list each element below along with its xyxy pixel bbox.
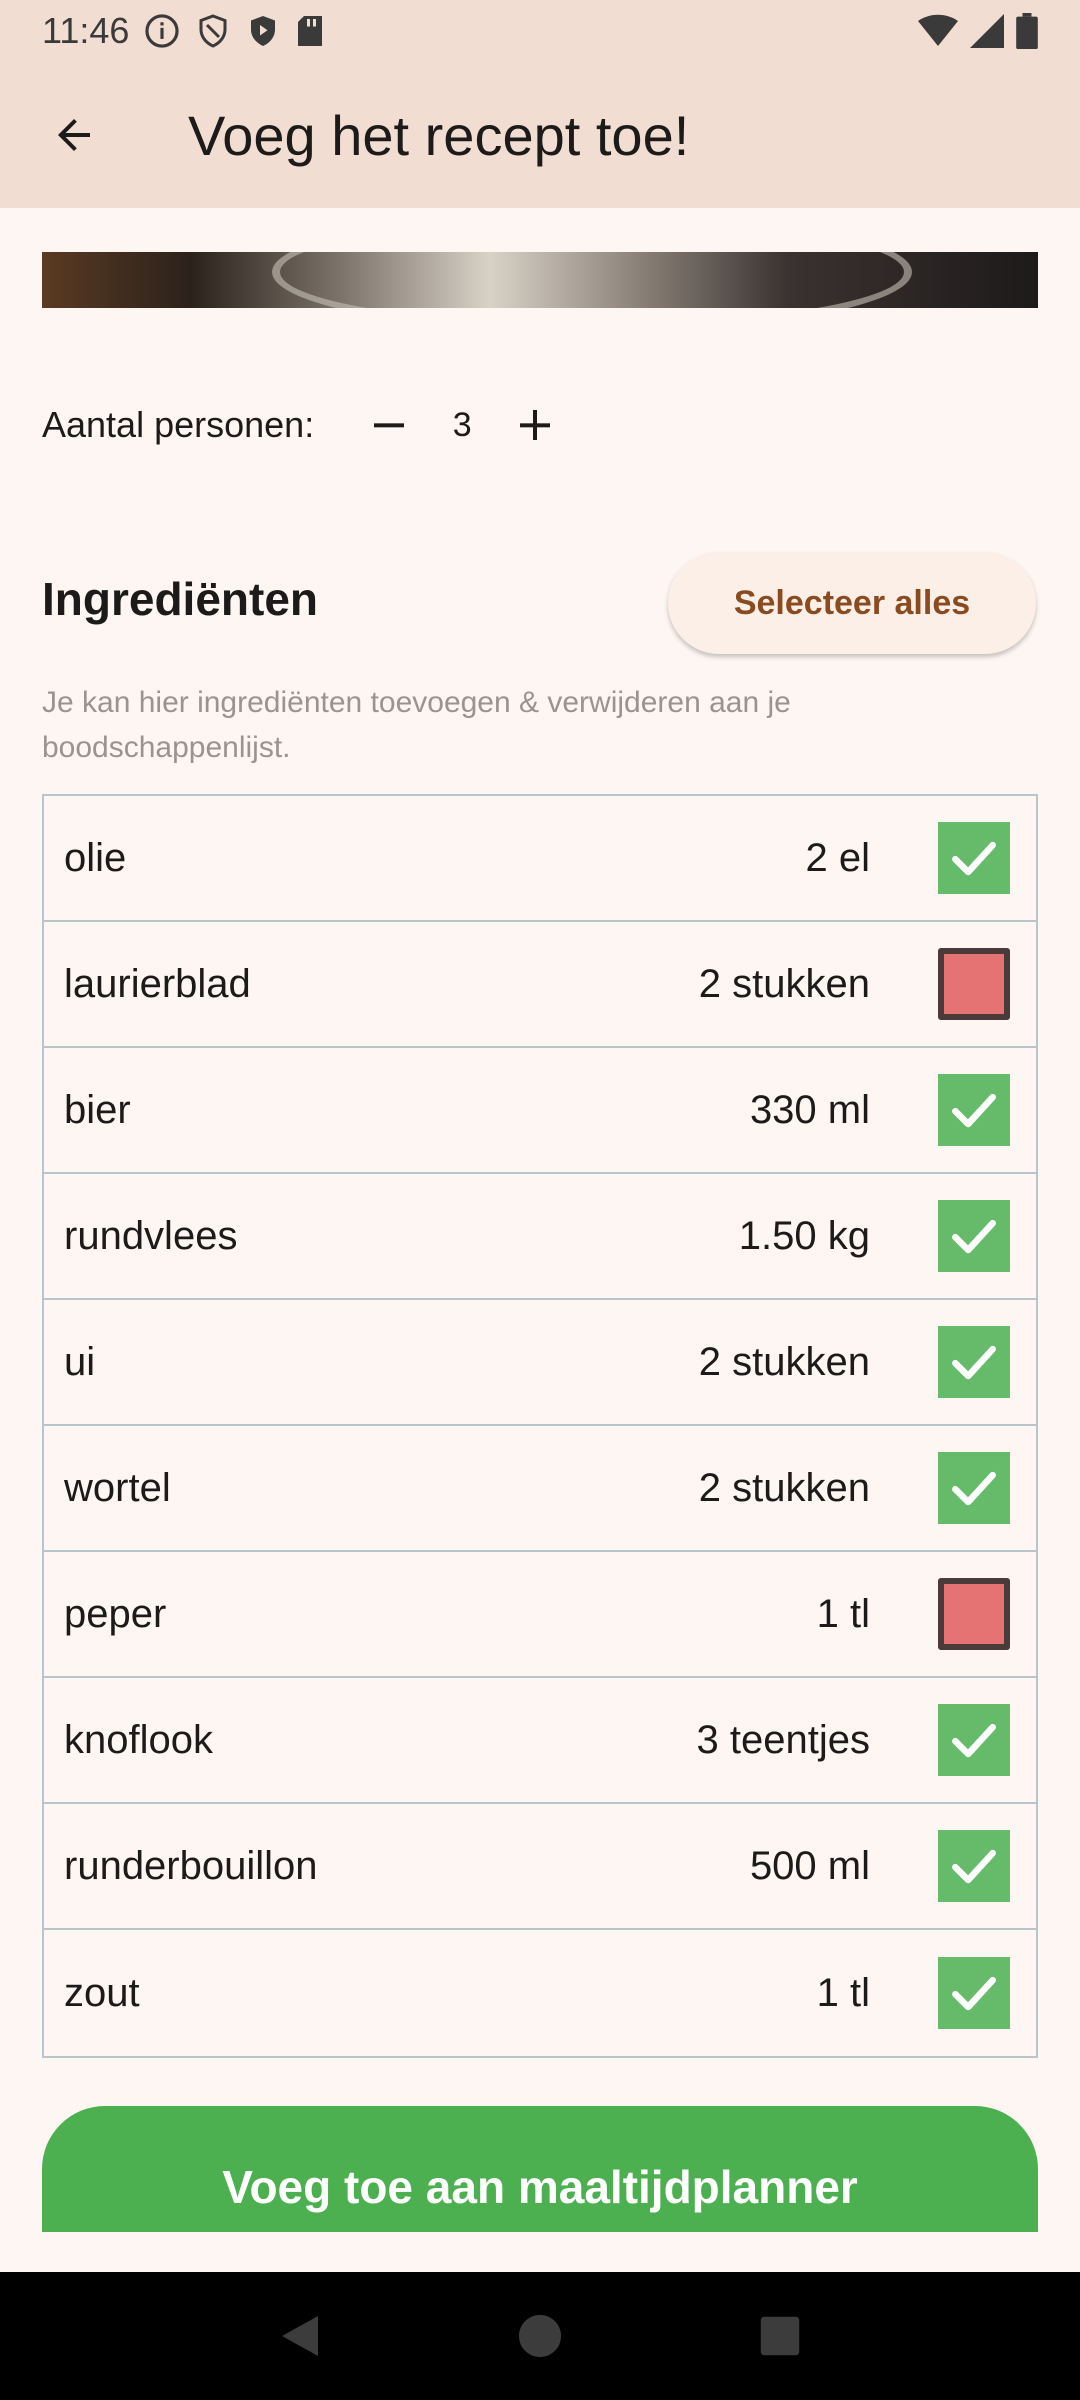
ingredient-row: zout 1 tl xyxy=(44,1930,1036,2056)
checkmark-icon xyxy=(952,1976,996,2011)
recipe-image xyxy=(42,252,1038,308)
ingredient-row: peper 1 tl xyxy=(44,1552,1036,1678)
ingredient-name: peper xyxy=(64,1591,167,1636)
minus-icon xyxy=(374,423,405,428)
ingredient-checkbox[interactable] xyxy=(938,1326,1010,1398)
ingredient-row: bier 330 ml xyxy=(44,1048,1036,1174)
checkmark-icon xyxy=(952,841,996,876)
battery-icon xyxy=(1016,13,1038,49)
ingredient-checkbox[interactable] xyxy=(938,948,1010,1020)
plus-icon xyxy=(520,410,551,440)
servings-count: 3 xyxy=(452,405,472,444)
ingredient-name: wortel xyxy=(64,1465,171,1510)
ingredient-checkbox[interactable] xyxy=(938,1200,1010,1272)
nav-back-button[interactable] xyxy=(270,2306,330,2366)
ingredients-table: olie 2 el laurierblad 2 stukken bier 330 ml ru… xyxy=(42,794,1038,2058)
ingredient-quantity: 2 stukken xyxy=(698,961,870,1006)
ingredient-name: runderbouillon xyxy=(64,1843,318,1888)
ingredient-quantity: 3 teentjes xyxy=(696,1717,870,1762)
wifi-icon xyxy=(918,14,958,48)
page-title: Voeg het recept toe! xyxy=(188,103,690,167)
ingredient-checkbox[interactable] xyxy=(938,1957,1010,2029)
status-bar: 11:46 xyxy=(0,0,1080,62)
app-bar: Voeg het recept toe! xyxy=(0,62,1080,208)
status-time: 11:46 xyxy=(42,10,130,51)
ingredient-name: zout xyxy=(64,1970,140,2015)
nav-recents-button[interactable] xyxy=(750,2306,810,2366)
back-button[interactable] xyxy=(24,85,124,185)
servings-label: Aantal personen: xyxy=(42,404,315,445)
checkmark-icon xyxy=(952,1723,996,1758)
square-recents-icon xyxy=(760,2316,800,2356)
ingredient-row: runderbouillon 500 ml xyxy=(44,1804,1036,1930)
ingredient-row: laurierblad 2 stukken xyxy=(44,922,1036,1048)
ingredient-name: olie xyxy=(64,835,127,880)
signal-icon xyxy=(970,14,1004,48)
ingredient-quantity: 1 tl xyxy=(816,1591,870,1636)
ingredient-quantity: 2 stukken xyxy=(698,1339,870,1384)
ingredient-name: ui xyxy=(64,1339,96,1384)
ingredient-checkbox[interactable] xyxy=(938,1074,1010,1146)
ingredient-checkbox[interactable] xyxy=(938,1704,1010,1776)
ingredient-row: ui 2 stukken xyxy=(44,1300,1036,1426)
navigation-bar xyxy=(0,2272,1080,2400)
shield-outline-icon xyxy=(195,12,231,50)
select-all-button[interactable]: Selecteer alles xyxy=(668,552,1036,654)
increase-servings-button[interactable] xyxy=(500,390,570,460)
ingredient-checkbox[interactable] xyxy=(938,822,1010,894)
ingredient-quantity: 500 ml xyxy=(749,1843,870,1888)
ingredient-row: rundvlees 1.50 kg xyxy=(44,1174,1036,1300)
ingredient-row: olie 2 el xyxy=(44,796,1036,922)
ingredient-quantity: 2 stukken xyxy=(698,1465,870,1510)
add-to-meal-planner-button[interactable]: Voeg toe aan maaltijdplanner xyxy=(42,2106,1038,2232)
triangle-back-icon xyxy=(282,2316,318,2356)
ingredient-name: bier xyxy=(64,1087,131,1132)
ingredient-quantity: 2 el xyxy=(805,835,871,880)
ingredient-quantity: 1 tl xyxy=(816,1970,870,2015)
checkmark-icon xyxy=(952,1471,996,1506)
checkmark-icon xyxy=(952,1849,996,1884)
ingredients-title: Ingrediënten xyxy=(42,573,319,625)
shield-play-icon xyxy=(245,12,281,50)
ingredient-name: laurierblad xyxy=(64,961,251,1006)
arrow-left-icon xyxy=(58,119,90,151)
ingredient-row: knoflook 3 teentjes xyxy=(44,1678,1036,1804)
checkmark-icon xyxy=(952,1219,996,1254)
ingredient-row: wortel 2 stukken xyxy=(44,1426,1036,1552)
ingredient-checkbox[interactable] xyxy=(938,1578,1010,1650)
info-icon xyxy=(143,12,181,50)
servings-stepper: Aantal personen: 3 xyxy=(42,390,570,460)
checkmark-icon xyxy=(952,1093,996,1128)
circle-home-icon xyxy=(518,2314,562,2358)
ingredient-name: knoflook xyxy=(64,1717,213,1762)
decrease-servings-button[interactable] xyxy=(354,390,424,460)
nav-home-button[interactable] xyxy=(510,2306,570,2366)
sd-card-icon xyxy=(295,13,325,49)
ingredient-name: rundvlees xyxy=(64,1213,238,1258)
ingredients-hint: Je kan hier ingrediënten toevoegen & ver… xyxy=(42,686,791,764)
ingredient-checkbox[interactable] xyxy=(938,1830,1010,1902)
checkmark-icon xyxy=(952,1345,996,1380)
ingredient-checkbox[interactable] xyxy=(938,1452,1010,1524)
ingredient-quantity: 330 ml xyxy=(749,1087,870,1132)
ingredient-quantity: 1.50 kg xyxy=(738,1213,870,1258)
